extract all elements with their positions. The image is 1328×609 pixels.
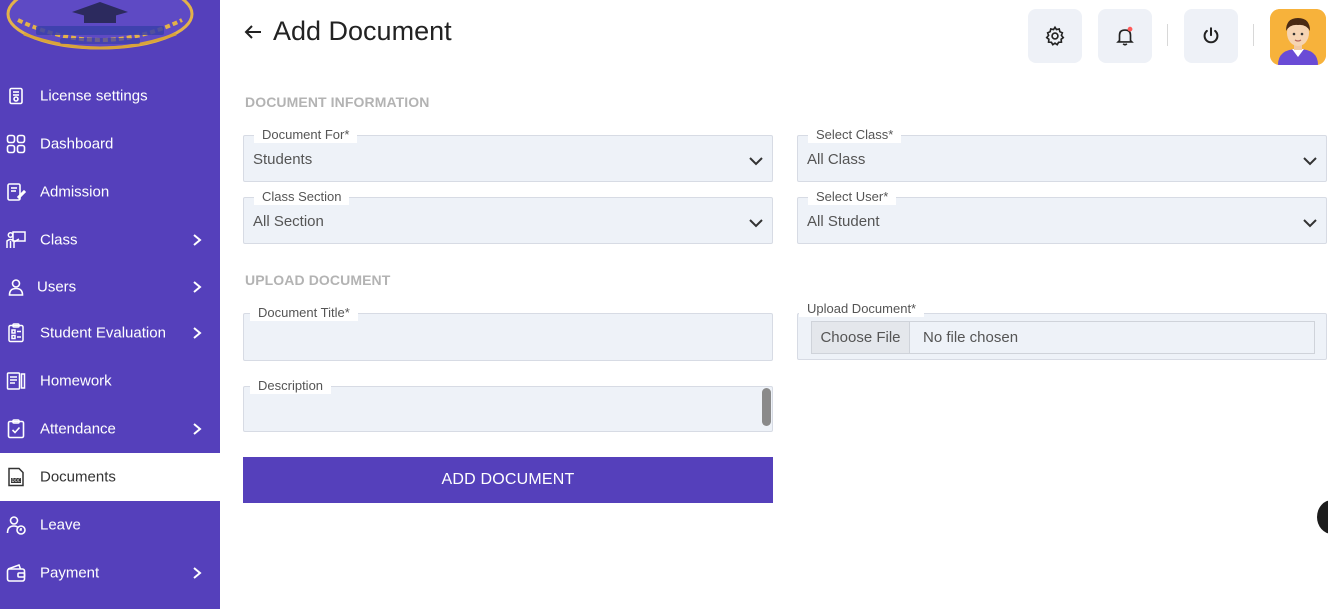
sidebar-item-dashboard[interactable]: Dashboard <box>0 120 220 168</box>
field-value: All Student <box>807 213 880 230</box>
notifications-button[interactable] <box>1098 9 1152 63</box>
svg-text:DOC: DOC <box>11 478 20 483</box>
user-avatar-icon <box>1270 9 1326 65</box>
section-title-document-information: DOCUMENT INFORMATION <box>245 94 430 110</box>
sidebar-item-attendance[interactable]: Attendance <box>0 405 220 453</box>
file-status: No file chosen <box>923 329 1019 346</box>
sidebar-item-label: Documents <box>40 468 116 486</box>
grid-icon <box>6 134 26 154</box>
sidebar-item-payment[interactable]: Payment <box>0 549 220 597</box>
field-value: All Class <box>807 151 866 168</box>
textarea-scrollbar[interactable] <box>762 388 771 426</box>
sidebar-item-label: Student Evaluation <box>40 324 166 342</box>
classroom-icon <box>6 230 26 250</box>
bell-icon <box>1116 26 1134 46</box>
gear-icon <box>1045 25 1065 46</box>
header-divider <box>1253 24 1254 46</box>
chevron-right-icon <box>193 281 202 293</box>
field-label: Document Title* <box>250 305 358 321</box>
field-label: Description <box>250 378 332 394</box>
sidebar-item-label: Homework <box>40 372 112 390</box>
avatar[interactable] <box>1270 9 1326 65</box>
user-icon <box>6 277 26 297</box>
sidebar-item-student-evaluation[interactable]: Student Evaluation <box>0 309 220 357</box>
sidebar-item-homework[interactable]: Homework <box>0 357 220 405</box>
add-document-button[interactable]: ADD DOCUMENT <box>243 457 773 503</box>
sidebar-item-users[interactable]: Users <box>0 263 220 311</box>
power-icon <box>1203 27 1219 44</box>
header-divider <box>1167 24 1168 46</box>
sidebar: License settings Dashboard Admission Cla… <box>0 0 220 609</box>
file-input[interactable]: Choose File No file chosen <box>811 321 1315 354</box>
chevron-right-icon <box>193 234 202 246</box>
sidebar-item-leave[interactable]: Leave <box>0 501 220 549</box>
chevron-down-icon <box>1303 219 1317 228</box>
settings-button[interactable] <box>1028 9 1082 63</box>
field-label: Document For* <box>254 127 358 143</box>
sidebar-item-label: Admission <box>40 183 110 201</box>
document-title-input[interactable]: Document Title* <box>243 305 773 361</box>
sidebar-item-admission[interactable]: Admission <box>0 168 220 216</box>
sidebar-item-class[interactable]: Class <box>0 216 220 264</box>
page-header: Add Document <box>243 16 452 47</box>
choose-file-button[interactable]: Choose File <box>812 322 910 353</box>
attendance-icon <box>6 419 26 439</box>
back-arrow-icon[interactable] <box>243 22 263 42</box>
sidebar-item-label: Users <box>37 278 77 296</box>
logout-button[interactable] <box>1184 9 1238 63</box>
class-section-select[interactable]: Class Section All Section <box>243 189 773 244</box>
sidebar-item-label: Dashboard <box>40 135 114 153</box>
sidebar-item-label: Class <box>40 231 78 249</box>
school-logo <box>6 0 194 50</box>
sidebar-item-label: Attendance <box>40 420 116 438</box>
edit-doc-icon <box>6 182 26 202</box>
chevron-right-icon <box>193 423 202 435</box>
chevron-down-icon <box>749 157 763 166</box>
wallet-icon <box>6 563 26 583</box>
sidebar-item-label: Payment <box>40 564 100 582</box>
sidebar-item-license-settings[interactable]: License settings <box>0 72 220 120</box>
sidebar-item-label: License settings <box>40 87 148 105</box>
license-icon <box>6 86 26 106</box>
homework-icon <box>6 371 26 391</box>
upload-document-field: Upload Document* Choose File No file cho… <box>797 301 1327 360</box>
chevron-right-icon <box>193 567 202 579</box>
field-label: Class Section <box>254 189 350 205</box>
document-icon: DOC <box>6 467 26 487</box>
field-label: Select User* <box>808 189 897 205</box>
document-for-select[interactable]: Document For* Students <box>243 127 773 182</box>
chevron-down-icon <box>749 219 763 228</box>
field-label: Upload Document* <box>799 301 925 317</box>
section-title-upload-document: UPLOAD DOCUMENT <box>245 272 391 288</box>
leave-icon <box>6 515 26 535</box>
select-user-select[interactable]: Select User* All Student <box>797 189 1327 244</box>
field-value: All Section <box>253 213 324 230</box>
sidebar-item-documents[interactable]: DOC Documents <box>0 453 220 501</box>
page-title: Add Document <box>273 16 452 46</box>
evaluation-icon <box>6 323 26 343</box>
description-textarea[interactable]: Description <box>243 378 773 432</box>
floating-action-button[interactable] <box>1317 500 1328 534</box>
chevron-down-icon <box>1303 157 1317 166</box>
chevron-right-icon <box>193 327 202 339</box>
sidebar-item-label: Leave <box>40 516 81 534</box>
field-label: Select Class* <box>808 127 902 143</box>
field-value: Students <box>253 151 313 168</box>
select-class-select[interactable]: Select Class* All Class <box>797 127 1327 182</box>
